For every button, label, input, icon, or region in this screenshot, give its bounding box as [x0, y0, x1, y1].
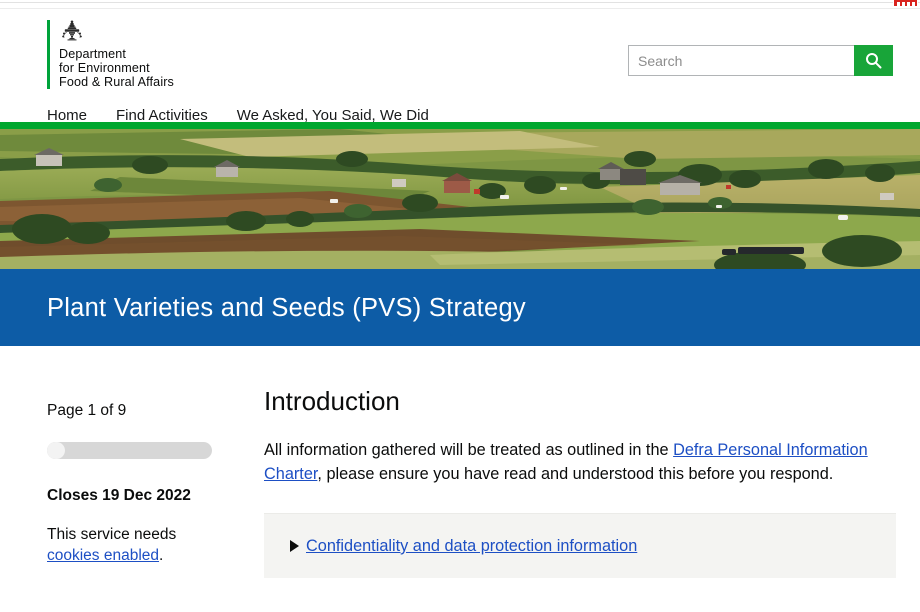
search-button[interactable] [854, 45, 893, 76]
intro-text-after: , please ensure you have read and unders… [317, 465, 834, 483]
details-summary[interactable]: Confidentiality and data protection info… [290, 535, 896, 557]
confidentiality-details[interactable]: Confidentiality and data protection info… [264, 513, 896, 578]
page-counter: Page 1 of 9 [47, 402, 127, 419]
cookies-enabled-link[interactable]: cookies enabled [47, 547, 159, 564]
countryside-illustration [0, 129, 920, 269]
page-title: Plant Varieties and Seeds (PVS) Strategy [47, 293, 526, 322]
triangle-right-icon [290, 540, 299, 552]
site-header: Department for Environment Food & Rural … [0, 10, 920, 124]
section-heading: Introduction [264, 386, 400, 416]
red-notification-badge-icon[interactable] [893, 0, 918, 7]
chrome-divider-top [0, 2, 920, 3]
progress-bar-fill [47, 442, 66, 459]
brand-accent-bar [47, 20, 50, 90]
search-icon [866, 53, 882, 69]
intro-paragraph: All information gathered will be treated… [264, 438, 896, 486]
hero-banner-image [0, 129, 920, 269]
details-summary-label[interactable]: Confidentiality and data protection info… [306, 535, 637, 557]
consultation-sidebar: Page 1 of 9 Closes 19 Dec 2022 This serv… [47, 401, 227, 566]
defra-logo[interactable]: Department for Environment Food & Rural … [47, 20, 174, 90]
chrome-divider-bottom [0, 8, 920, 9]
cookie-notice: This service needs cookies enabled. [47, 524, 227, 566]
royal-crest-icon [62, 20, 82, 41]
page-title-band: Plant Varieties and Seeds (PVS) Strategy [0, 269, 920, 346]
main-content: Introduction All information gathered wi… [264, 384, 896, 578]
brand-line-1: Department [59, 47, 127, 61]
green-accent-rule [0, 122, 920, 129]
progress-bar [47, 442, 212, 459]
cookie-notice-period: . [159, 547, 164, 564]
search-input[interactable] [628, 45, 854, 76]
browser-chrome-strip [0, 0, 920, 10]
intro-text-before: All information gathered will be treated… [264, 441, 674, 459]
search-bar [628, 45, 893, 76]
brand-line-2: for Environment [59, 60, 150, 75]
brand-wordmark: Department for Environment Food & Rural … [59, 47, 174, 89]
page-body: Page 1 of 9 Closes 19 Dec 2022 This serv… [0, 346, 920, 612]
cookie-notice-text: This service needs [47, 526, 177, 543]
brand-line-3: Food & Rural Affairs [59, 74, 174, 89]
closing-date: Closes 19 Dec 2022 [47, 487, 191, 504]
